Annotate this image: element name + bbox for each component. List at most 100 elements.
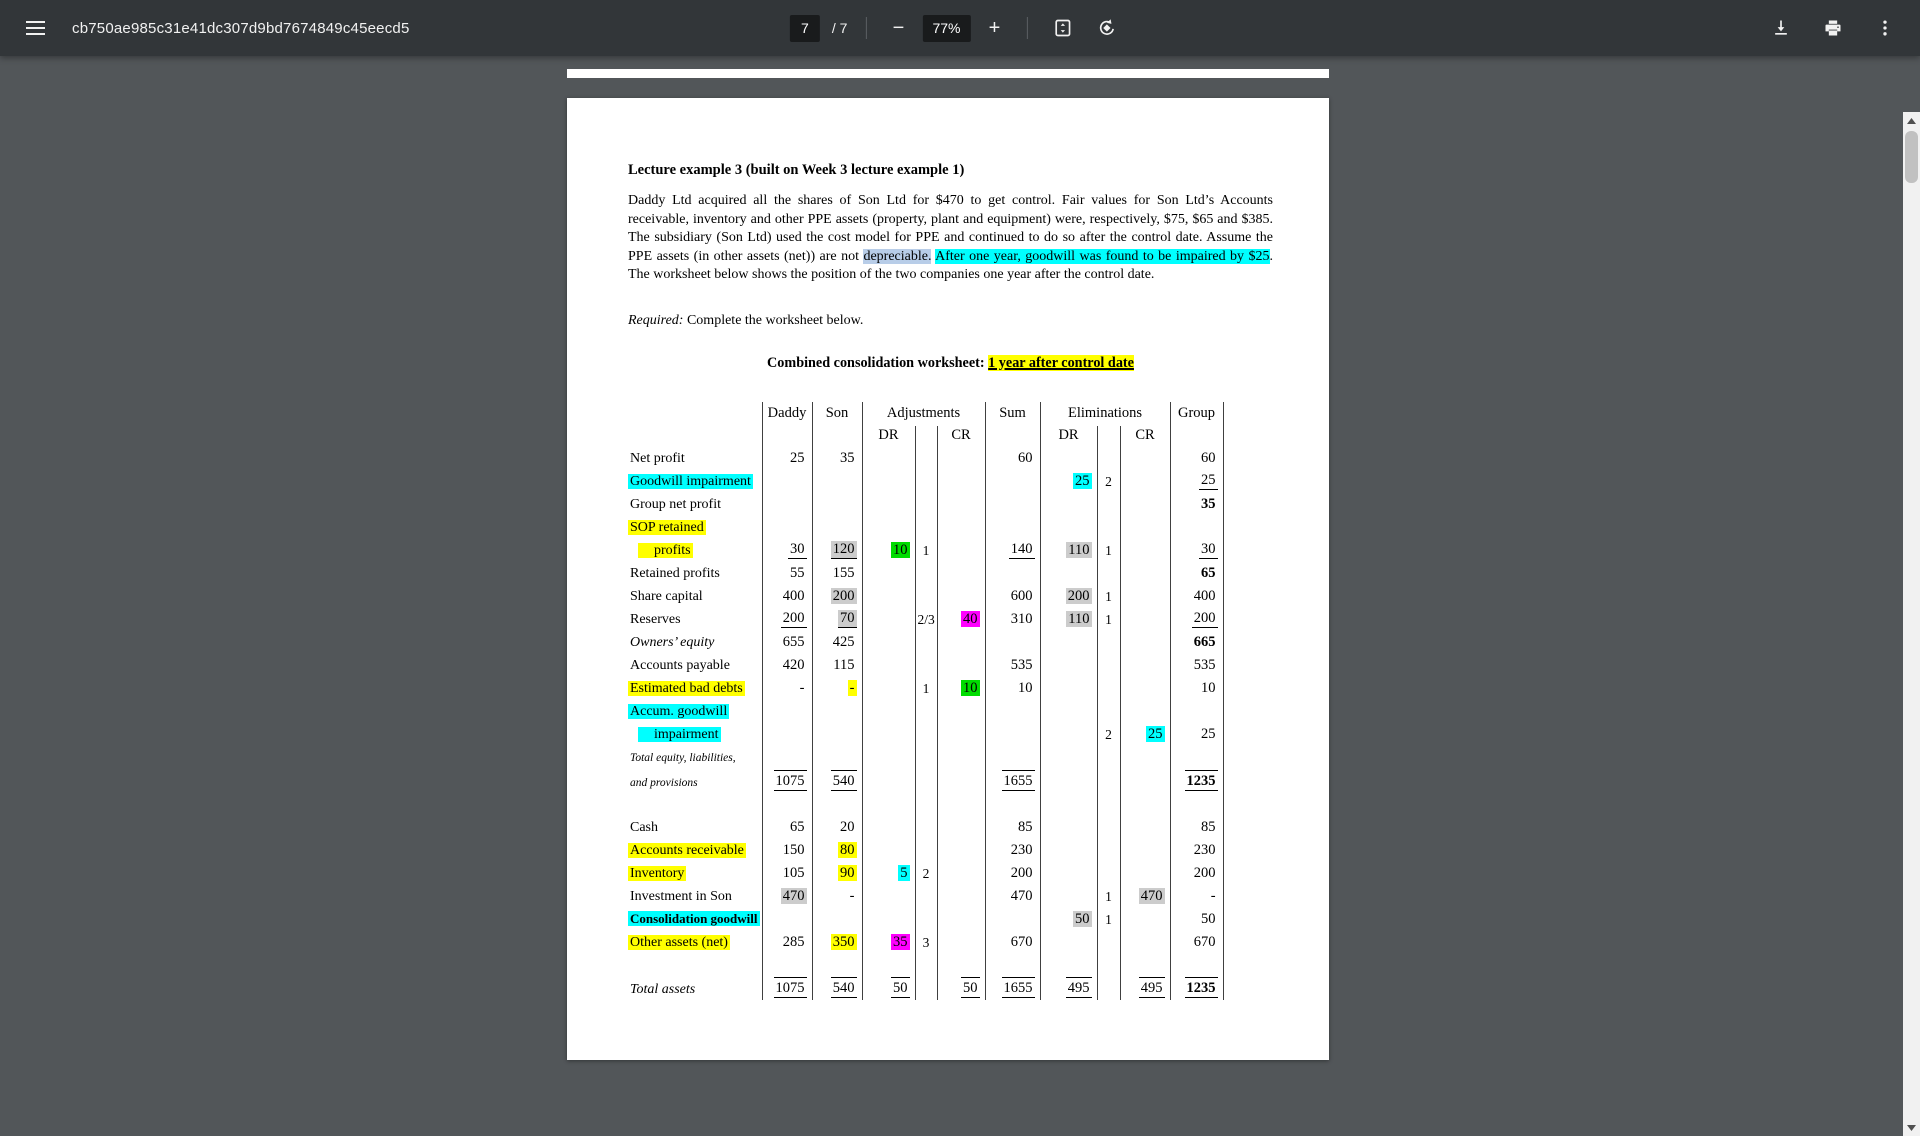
table-cell-acr <box>936 744 986 768</box>
column-header-son: Son <box>811 401 862 426</box>
table-cell-group: 85 <box>1169 814 1224 838</box>
previous-page-edge <box>567 69 1329 78</box>
paragraph: Daddy Ltd acquired all the shares of Son… <box>628 192 1273 285</box>
table-cell-eref <box>1096 814 1121 838</box>
table-cell-daddy: 30 <box>761 537 812 561</box>
table-cell-daddy <box>761 721 812 745</box>
scroll-up-icon[interactable] <box>1903 112 1920 129</box>
table-cell-aref <box>914 792 937 815</box>
table-subheader-row: DR CR DR CR <box>628 425 1224 446</box>
zoom-in-button[interactable]: + <box>980 14 1008 42</box>
subheader-elim-dr: DR <box>1039 425 1098 446</box>
table-cell-adr <box>861 652 915 676</box>
table-cell-acr <box>936 445 986 469</box>
table-cell-daddy <box>761 906 812 930</box>
table-cell-eref: 1 <box>1096 583 1121 607</box>
table-cell-aref <box>914 721 937 745</box>
table-row: Accounts payable 420 115 535 535 <box>628 652 1224 676</box>
table-cell-group: 60 <box>1169 445 1224 469</box>
table-cell-ecr <box>1119 560 1171 584</box>
row-label: and provisions <box>630 776 698 789</box>
table-row: Total equity, liabilities, <box>628 744 1224 768</box>
table-cell-sum: 600 <box>984 583 1041 607</box>
table-cell-adr <box>861 744 915 768</box>
table-cell-ecr <box>1119 514 1171 538</box>
print-icon[interactable] <box>1816 11 1850 45</box>
menu-icon[interactable] <box>22 15 48 41</box>
table-cell-son <box>811 698 862 722</box>
table-cell-son <box>811 952 862 975</box>
table-cell-adr <box>861 629 915 653</box>
row-label: impairment <box>628 722 762 745</box>
table-cell-son: 70 <box>811 606 862 630</box>
table-cell-aref <box>914 560 937 584</box>
required-line: Required: Complete the worksheet below. <box>628 313 1271 329</box>
table-cell-eref: 1 <box>1096 537 1121 561</box>
page-controls: / 7 − 77% + <box>789 0 1124 56</box>
table-cell-group: 670 <box>1169 929 1224 953</box>
table-cell-son <box>811 514 862 538</box>
table-cell-aref <box>914 583 937 607</box>
row-label: Owners’ equity <box>630 634 715 650</box>
table-cell-ecr <box>1119 445 1171 469</box>
table-cell-sum <box>984 514 1041 538</box>
table-cell-son <box>811 468 862 492</box>
pdf-viewer-area: Lecture example 3 (built on Week 3 lectu… <box>0 56 1920 1136</box>
table-cell-aref: 3 <box>914 929 937 953</box>
table-cell-daddy <box>761 491 812 515</box>
table-cell-acr <box>936 906 986 930</box>
zoom-level[interactable]: 77% <box>922 14 971 42</box>
table-cell-son: 540 <box>811 767 862 793</box>
table-cell-daddy: 285 <box>761 929 812 953</box>
table-cell-daddy: 400 <box>761 583 812 607</box>
table-cell-group: 230 <box>1169 837 1224 861</box>
table-cell-ecr <box>1119 767 1171 793</box>
table-row: Investment in Son 470-470 1 470- <box>628 883 1224 907</box>
subheader-adj-dr: DR <box>861 425 915 446</box>
table-cell-daddy: 1075 <box>761 767 812 793</box>
page-number-input[interactable] <box>789 14 820 42</box>
table-cell-edr <box>1039 860 1098 884</box>
table-cell-adr <box>861 606 915 630</box>
scrollbar-thumb[interactable] <box>1905 131 1918 183</box>
fit-to-page-icon[interactable] <box>1045 11 1079 45</box>
table-cell-daddy: 65 <box>761 814 812 838</box>
row-label: Cash <box>630 819 658 835</box>
table-cell-adr <box>861 883 915 907</box>
table-cell-sum: 670 <box>984 929 1041 953</box>
row-label: Consolidation goodwill <box>628 910 760 926</box>
row-label: Total assets <box>630 981 696 997</box>
row-label: Estimated bad debts <box>628 680 745 696</box>
table-cell-sum: 140 <box>984 537 1041 561</box>
row-label: Accounts payable <box>630 657 730 673</box>
required-label: Required: <box>628 312 684 328</box>
table-cell-ecr <box>1119 629 1171 653</box>
table-cell-acr <box>936 652 986 676</box>
table-header-row: Daddy Son Adjustments Sum Eliminations G… <box>628 401 1224 426</box>
scroll-down-icon[interactable] <box>1903 1119 1920 1136</box>
table-cell-aref <box>914 445 937 469</box>
row-label: Investment in Son <box>630 888 732 904</box>
table-row: Goodwill impairment 25 2 25 <box>628 468 1224 492</box>
row-label: Group net profit <box>630 496 721 512</box>
scrollbar[interactable] <box>1903 112 1920 1136</box>
row-label: SOP retained <box>628 519 706 535</box>
zoom-out-button[interactable]: − <box>884 14 912 42</box>
table-cell-acr <box>936 583 986 607</box>
table-cell-daddy: - <box>761 675 812 699</box>
table-row: and provisions 1075 540 1655 1235 <box>628 767 1224 793</box>
table-cell-group <box>1169 514 1224 538</box>
table-cell-group: 665 <box>1169 629 1224 653</box>
table-cell-sum <box>984 629 1041 653</box>
more-options-icon[interactable] <box>1868 11 1902 45</box>
table-cell-aref <box>914 906 937 930</box>
table-cell-acr: 50 <box>936 974 986 1000</box>
download-icon[interactable] <box>1764 11 1798 45</box>
table-cell-ecr <box>1119 792 1171 815</box>
table-cell-adr <box>861 583 915 607</box>
table-cell-edr <box>1039 629 1098 653</box>
rotate-icon[interactable] <box>1089 11 1123 45</box>
table-cell-adr <box>861 792 915 815</box>
table-cell-eref: 1 <box>1096 906 1121 930</box>
table-cell-daddy: 105 <box>761 860 812 884</box>
